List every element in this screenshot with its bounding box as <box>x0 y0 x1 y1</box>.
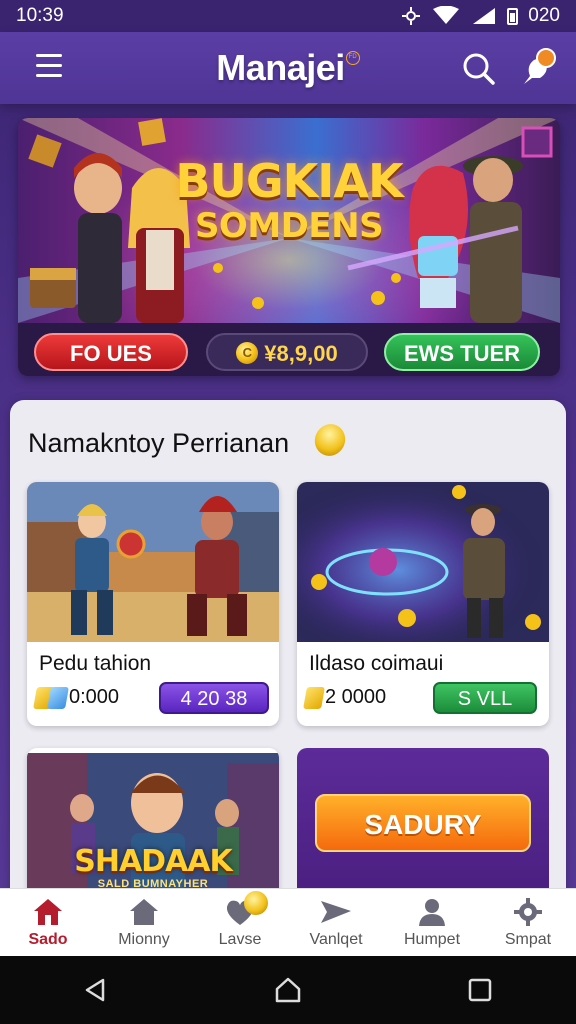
banner-action-bar: FO UES C ¥8,9,00 EWS TUER <box>18 323 560 376</box>
game-card-3[interactable]: SHADAAK SALD BUMNAYHER <box>27 748 279 898</box>
banner-right-button[interactable]: EWS TUER <box>384 333 540 371</box>
person-icon <box>419 899 445 926</box>
banner-title-line1: BUGKIAK <box>175 154 403 208</box>
nav-item-lavse[interactable]: Lavse <box>192 889 288 956</box>
send-icon <box>321 901 351 923</box>
balance-value: ¥8,9,00 <box>264 341 338 366</box>
nav-label: Smpat <box>504 931 552 948</box>
wifi-icon <box>433 6 460 24</box>
game-thumbnail-2 <box>297 482 549 642</box>
home-nav-icon[interactable] <box>268 970 308 1010</box>
nav-label: Sado <box>28 931 68 948</box>
game-price-value-2: 2 0000 <box>325 686 387 708</box>
gear-icon <box>514 898 542 926</box>
art-title: SHADAAK <box>74 844 233 879</box>
notification-dot <box>536 48 556 68</box>
menu-icon[interactable] <box>36 54 62 80</box>
balance-pill[interactable]: C ¥8,9,00 <box>206 333 368 371</box>
game-price-value-1: 0:000 <box>69 686 120 708</box>
status-icons: 020 <box>401 5 560 27</box>
app-bar: Manajei FD <box>0 32 576 104</box>
app-title-wrap: Manajei FD <box>216 47 360 89</box>
nav-item-vanlqet[interactable]: Vanlqet <box>288 889 384 956</box>
game-title-1: Pedu tahion <box>39 652 152 675</box>
game-price-1: 0:000 <box>33 686 120 709</box>
app-title: Manajei <box>216 47 345 88</box>
game-card-2[interactable]: Ildaso coimaui 2 0000 S VLL <box>297 482 549 726</box>
blue-gem-icon <box>47 686 69 709</box>
game-buy-button-2[interactable]: S VLL <box>433 682 537 714</box>
game-title-2: Ildaso coimaui <box>309 652 444 675</box>
coin-icon <box>244 891 268 915</box>
coin-icon <box>309 419 351 461</box>
game-price-2: 2 0000 <box>303 686 387 709</box>
nav-item-sado[interactable]: Sado <box>0 889 96 956</box>
search-icon[interactable] <box>462 52 496 86</box>
battery-icon <box>507 7 519 25</box>
title-badge: FD <box>345 51 360 65</box>
coin-icon: C <box>236 342 259 365</box>
gold-gem-icon <box>303 686 325 709</box>
section-title: Namakntoy Perrianan <box>28 428 290 458</box>
promo-card: SADURY <box>297 748 549 898</box>
nav-item-mionny[interactable]: Mionny <box>96 889 192 956</box>
signal-icon <box>473 8 496 24</box>
content-panel: Namakntoy Perrianan Pedu tahion 0:000 4 … <box>10 400 566 920</box>
banner-left-button[interactable]: FO UES <box>34 333 188 371</box>
recents-icon[interactable] <box>460 970 500 1010</box>
game-card-1[interactable]: Pedu tahion 0:000 4 20 38 <box>27 482 279 726</box>
game-thumbnail-1 <box>27 482 279 642</box>
status-time: 10:39 <box>16 5 64 26</box>
back-icon[interactable] <box>76 970 116 1010</box>
nav-label: Humpet <box>403 931 461 948</box>
game-buy-button-1[interactable]: 4 20 38 <box>159 682 269 714</box>
settings-status-icon <box>402 7 421 25</box>
bell-icon[interactable] <box>516 48 558 90</box>
home-icon <box>34 899 62 925</box>
nav-item-humpet[interactable]: Humpet <box>384 889 480 956</box>
status-right-text: 020 <box>528 5 560 26</box>
nav-label: Mionny <box>118 931 170 948</box>
house-icon <box>130 899 158 925</box>
nav-label: Vanlqet <box>309 931 363 948</box>
status-bar: 10:39 020 <box>0 0 576 32</box>
nav-item-smpat[interactable]: Smpat <box>480 889 576 956</box>
system-nav-bar <box>0 956 576 1024</box>
nav-label: Lavse <box>218 931 262 948</box>
promo-button[interactable]: SADURY <box>315 794 531 852</box>
hero-banner[interactable]: BUGKIAK SOMDENS FO UES C ¥8,9,00 EWS TUER <box>18 118 560 376</box>
banner-title-line2: SOMDENS <box>194 206 384 246</box>
bottom-nav: Sado Mionny Lavse Vanlqet Humpet Smpat <box>0 888 576 956</box>
